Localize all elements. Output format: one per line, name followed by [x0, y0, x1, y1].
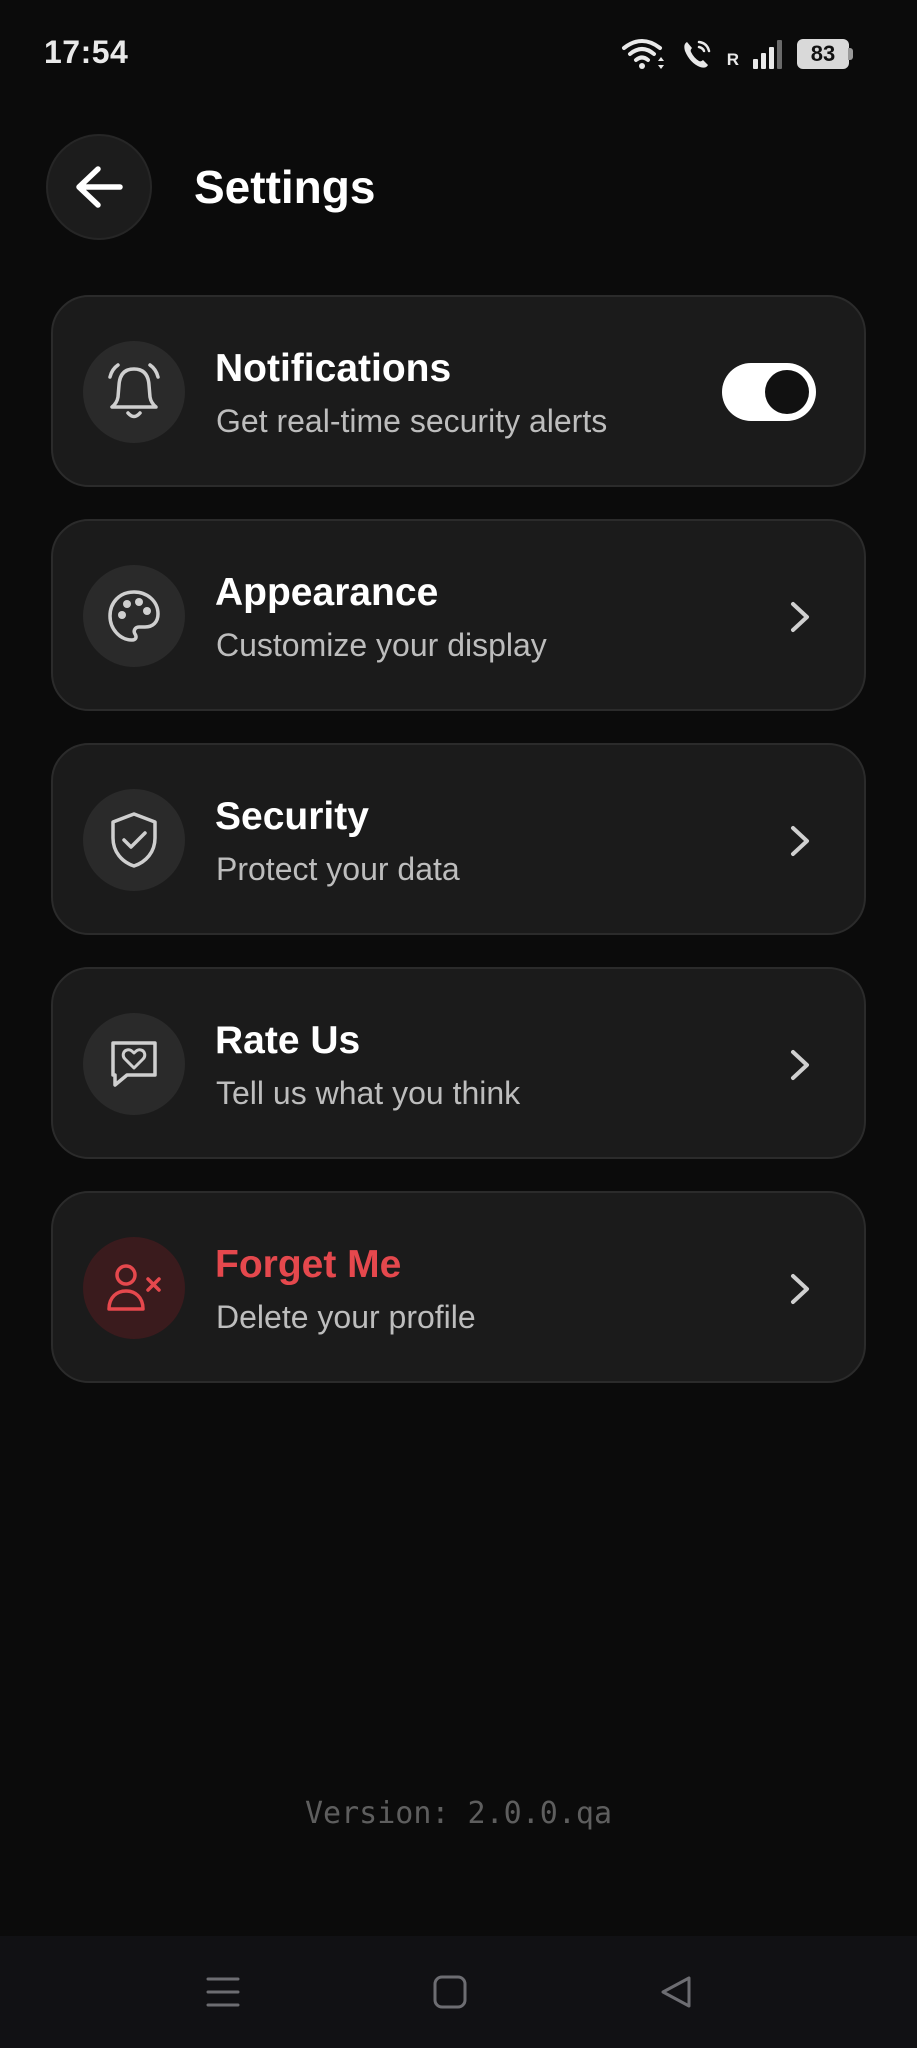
chevron-right-icon: [780, 1043, 820, 1087]
shield-check-icon: [111, 812, 157, 868]
security-title: Security: [215, 795, 369, 838]
chevron-right-icon: [780, 595, 820, 639]
security-card[interactable]: Security Protect your data: [51, 743, 866, 935]
rate-us-subtitle: Tell us what you think: [216, 1075, 521, 1111]
chevron-right-icon: [780, 1267, 820, 1311]
system-nav-bar: [0, 1936, 917, 2048]
forget-me-icon-wrapper: [83, 1237, 185, 1339]
home-icon: [433, 1975, 467, 2009]
status-bar: 17:54 R 83: [0, 0, 917, 100]
arrow-left-icon: [76, 166, 123, 208]
back-triangle-icon: [661, 1976, 691, 2008]
menu-button[interactable]: [193, 1964, 253, 2020]
forget-me-subtitle: Delete your profile: [216, 1299, 476, 1335]
wifi-icon: [621, 39, 664, 69]
forget-me-title: Forget Me: [215, 1243, 402, 1286]
security-icon-wrapper: [83, 789, 185, 891]
chevron-right-icon: [780, 819, 820, 863]
palette-icon: [108, 590, 160, 642]
appearance-subtitle: Customize your display: [216, 627, 547, 663]
toggle-knob: [765, 370, 809, 414]
home-button[interactable]: [420, 1964, 480, 2020]
notifications-title: Notifications: [215, 347, 452, 390]
version-label: Version: 2.0.0.qa: [304, 1796, 613, 1831]
signal-icon: [753, 40, 782, 69]
carrier-indicator: R: [726, 50, 739, 69]
status-time: 17:54: [44, 34, 129, 70]
notifications-icon-wrapper: [83, 341, 185, 443]
appearance-title: Appearance: [215, 571, 439, 614]
rate-us-icon-wrapper: [83, 1013, 185, 1115]
rate-us-title: Rate Us: [215, 1019, 361, 1062]
back-nav-button[interactable]: [646, 1964, 706, 2020]
notifications-toggle[interactable]: [722, 363, 816, 421]
status-icons: R 83: [621, 34, 853, 74]
battery-icon: 83: [797, 39, 853, 69]
battery-level: 83: [810, 41, 836, 66]
wifi-calling-icon: [684, 40, 710, 68]
rate-us-card[interactable]: Rate Us Tell us what you think: [51, 967, 866, 1159]
appearance-card[interactable]: Appearance Customize your display: [51, 519, 866, 711]
bell-icon: [108, 363, 160, 419]
message-heart-icon: [111, 1041, 157, 1087]
security-subtitle: Protect your data: [216, 851, 460, 887]
forget-me-card[interactable]: Forget Me Delete your profile: [51, 1191, 866, 1383]
page-title: Settings: [194, 161, 376, 213]
appearance-icon-wrapper: [83, 565, 185, 667]
notifications-card[interactable]: Notifications Get real-time security ale…: [51, 295, 866, 487]
notifications-subtitle: Get real-time security alerts: [216, 403, 608, 439]
user-x-icon: [107, 1264, 161, 1311]
back-button[interactable]: [46, 134, 152, 240]
menu-icon: [206, 1977, 240, 2007]
